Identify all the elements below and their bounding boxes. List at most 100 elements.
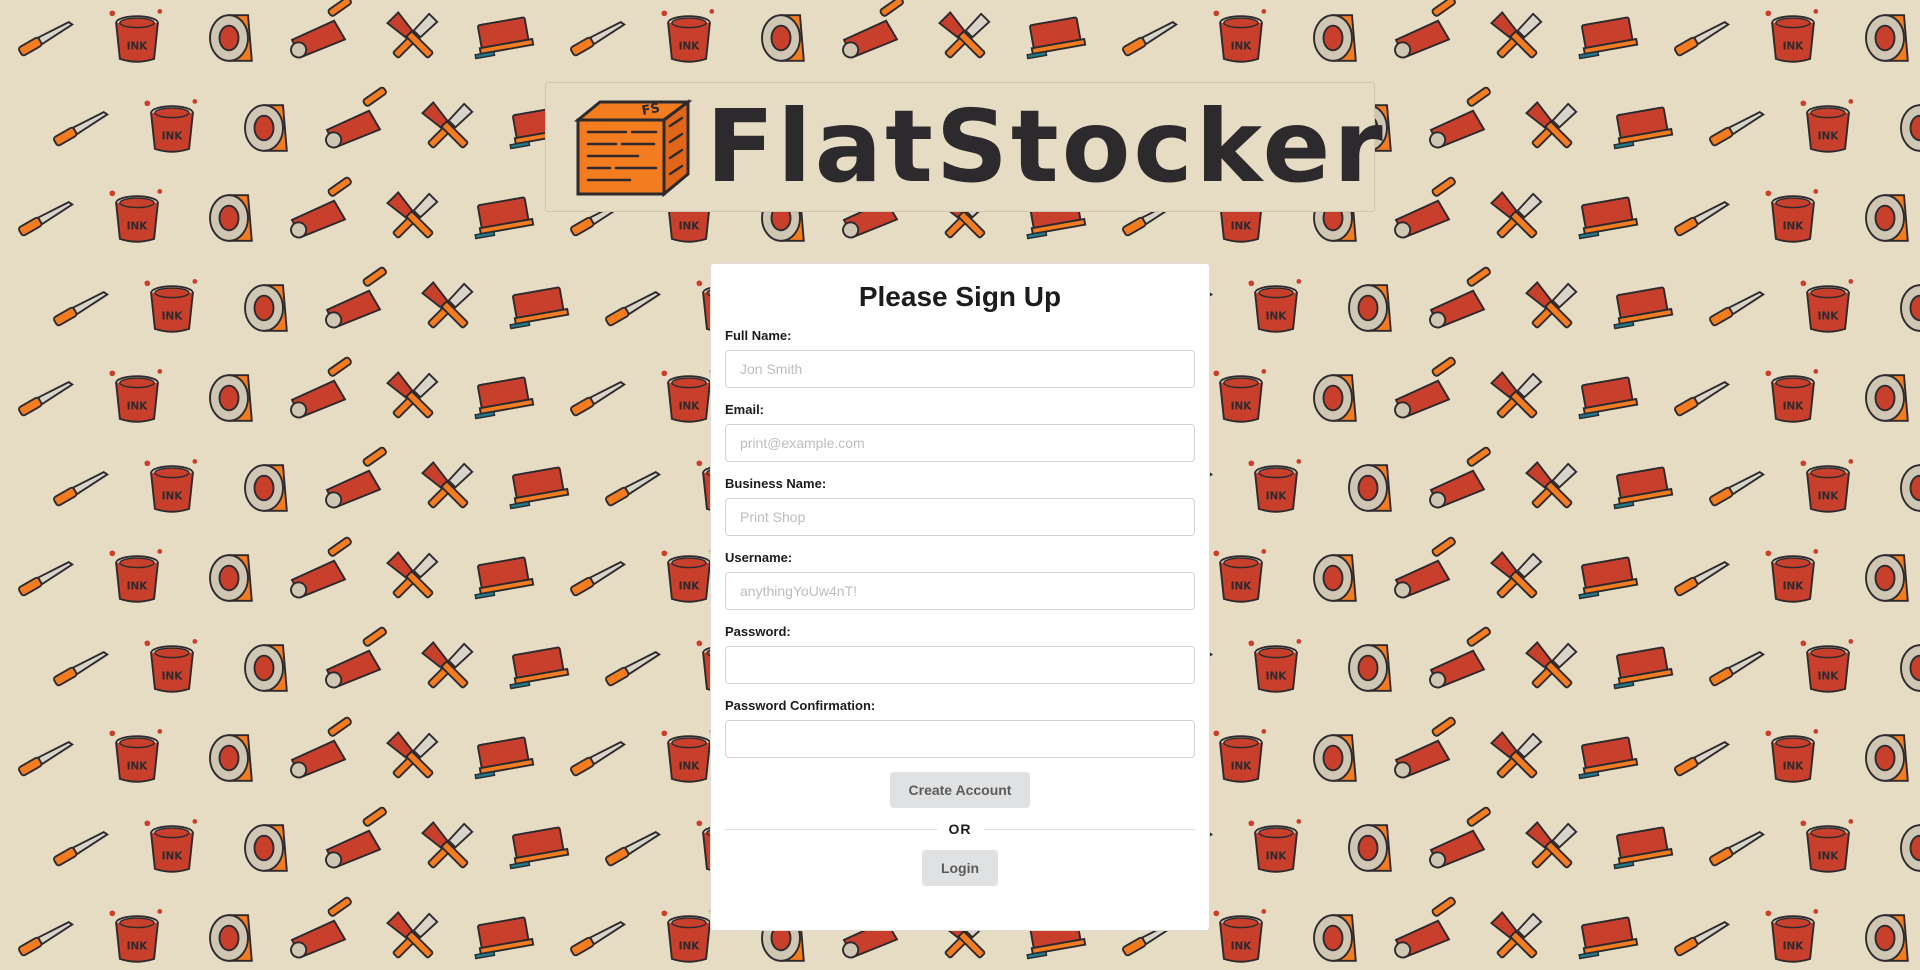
crossed-tools-icon [1490, 11, 1543, 59]
svg-text:INK: INK [1818, 850, 1840, 862]
palette-knife-icon [18, 741, 75, 777]
squeegee-icon [1613, 826, 1674, 870]
squeegee-icon [474, 196, 535, 240]
palette-knife-icon [605, 291, 662, 327]
crossed-tools-icon [386, 551, 439, 599]
palette-knife-icon [1674, 21, 1731, 57]
palette-knife-icon [1709, 111, 1766, 147]
crossed-tools-icon [386, 371, 439, 419]
field-full-name: Full Name: [725, 328, 1195, 388]
paint-roller-icon [1394, 356, 1456, 419]
svg-text:INK: INK [679, 940, 701, 952]
palette-knife-icon [53, 831, 110, 867]
svg-text:INK: INK [1818, 670, 1840, 682]
tape-roll-icon [1865, 14, 1909, 62]
paint-roller-icon [325, 806, 387, 869]
password-input[interactable] [725, 646, 1195, 684]
tape-roll-icon [1865, 914, 1909, 962]
squeegee-icon [1578, 196, 1639, 240]
svg-text:INK: INK [1783, 40, 1805, 52]
paint-roller-icon [325, 86, 387, 149]
tape-roll-icon [1865, 734, 1909, 782]
ink-bucket-icon: INK [661, 549, 715, 603]
ink-bucket-icon: INK [1800, 819, 1854, 873]
paint-roller-icon [1394, 0, 1456, 59]
field-business-name: Business Name: [725, 476, 1195, 536]
squeegee-icon [509, 466, 570, 510]
ink-bucket-icon: INK [1765, 909, 1819, 963]
squeegee-icon [1613, 106, 1674, 150]
ink-bucket-icon: INK [1765, 189, 1819, 243]
tape-roll-icon [1313, 374, 1357, 422]
crossed-tools-icon [1490, 371, 1543, 419]
palette-knife-icon [570, 21, 627, 57]
crossed-tools-icon [386, 11, 439, 59]
svg-text:INK: INK [679, 40, 701, 52]
palette-knife-icon [605, 831, 662, 867]
paint-roller-icon [1429, 86, 1491, 149]
paint-roller-icon [1394, 176, 1456, 239]
full-name-input[interactable] [725, 350, 1195, 388]
crossed-tools-icon [421, 461, 474, 509]
field-password-confirmation: Password Confirmation: [725, 698, 1195, 758]
password-label: Password: [725, 624, 791, 639]
paint-roller-icon [290, 176, 352, 239]
tape-roll-icon [1900, 644, 1920, 692]
squeegee-icon [1578, 16, 1639, 60]
ink-bucket-icon: INK [109, 729, 163, 783]
login-button[interactable]: Login [922, 850, 998, 886]
email-input[interactable] [725, 424, 1195, 462]
squeegee-icon [509, 646, 570, 690]
svg-text:INK: INK [679, 220, 701, 232]
crossed-tools-icon [1525, 641, 1578, 689]
svg-text:INK: INK [1266, 490, 1288, 502]
svg-text:INK: INK [1231, 400, 1253, 412]
tape-roll-icon [1900, 824, 1920, 872]
palette-knife-icon [570, 381, 627, 417]
tape-roll-icon [1348, 644, 1392, 692]
tape-roll-icon [1313, 554, 1357, 602]
create-account-button[interactable]: Create Account [890, 772, 1030, 808]
full-name-label: Full Name: [725, 328, 792, 343]
business-name-label: Business Name: [725, 476, 827, 491]
crossed-tools-icon [1525, 821, 1578, 869]
palette-knife-icon [570, 741, 627, 777]
crossed-tools-icon [1525, 461, 1578, 509]
squeegee-icon [1578, 376, 1639, 420]
ink-bucket-icon: INK [1213, 369, 1267, 423]
squeegee-icon [1613, 646, 1674, 690]
svg-text:INK: INK [162, 490, 184, 502]
business-name-input[interactable] [725, 498, 1195, 536]
squeegee-icon [1578, 556, 1639, 600]
palette-knife-icon [605, 651, 662, 687]
palette-knife-icon [1709, 291, 1766, 327]
tape-roll-icon [244, 284, 288, 332]
divider-text: OR [948, 821, 972, 837]
palette-knife-icon [570, 561, 627, 597]
password-confirmation-input[interactable] [725, 720, 1195, 758]
palette-knife-icon [1674, 381, 1731, 417]
tape-roll-icon [1865, 374, 1909, 422]
svg-text:INK: INK [1783, 760, 1805, 772]
paint-roller-icon [1429, 806, 1491, 869]
svg-text:INK: INK [1818, 130, 1840, 142]
squeegee-icon [474, 916, 535, 960]
palette-knife-icon [18, 21, 75, 57]
tape-roll-icon [244, 464, 288, 512]
paint-roller-icon [1429, 626, 1491, 689]
crossed-tools-icon [1490, 731, 1543, 779]
crossed-tools-icon [938, 11, 991, 59]
palette-knife-icon [570, 921, 627, 957]
svg-text:INK: INK [127, 580, 149, 592]
squeegee-icon [509, 826, 570, 870]
svg-text:INK: INK [127, 400, 149, 412]
svg-text:INK: INK [127, 40, 149, 52]
username-input[interactable] [725, 572, 1195, 610]
ink-bucket-icon: INK [144, 459, 198, 513]
paint-roller-icon [1429, 266, 1491, 329]
palette-knife-icon [18, 201, 75, 237]
palette-knife-icon [18, 381, 75, 417]
cardboard-box-icon: FS [573, 99, 693, 198]
signup-card: Please Sign Up Full Name: Email: Busines… [710, 263, 1210, 931]
ink-bucket-icon: INK [1800, 279, 1854, 333]
